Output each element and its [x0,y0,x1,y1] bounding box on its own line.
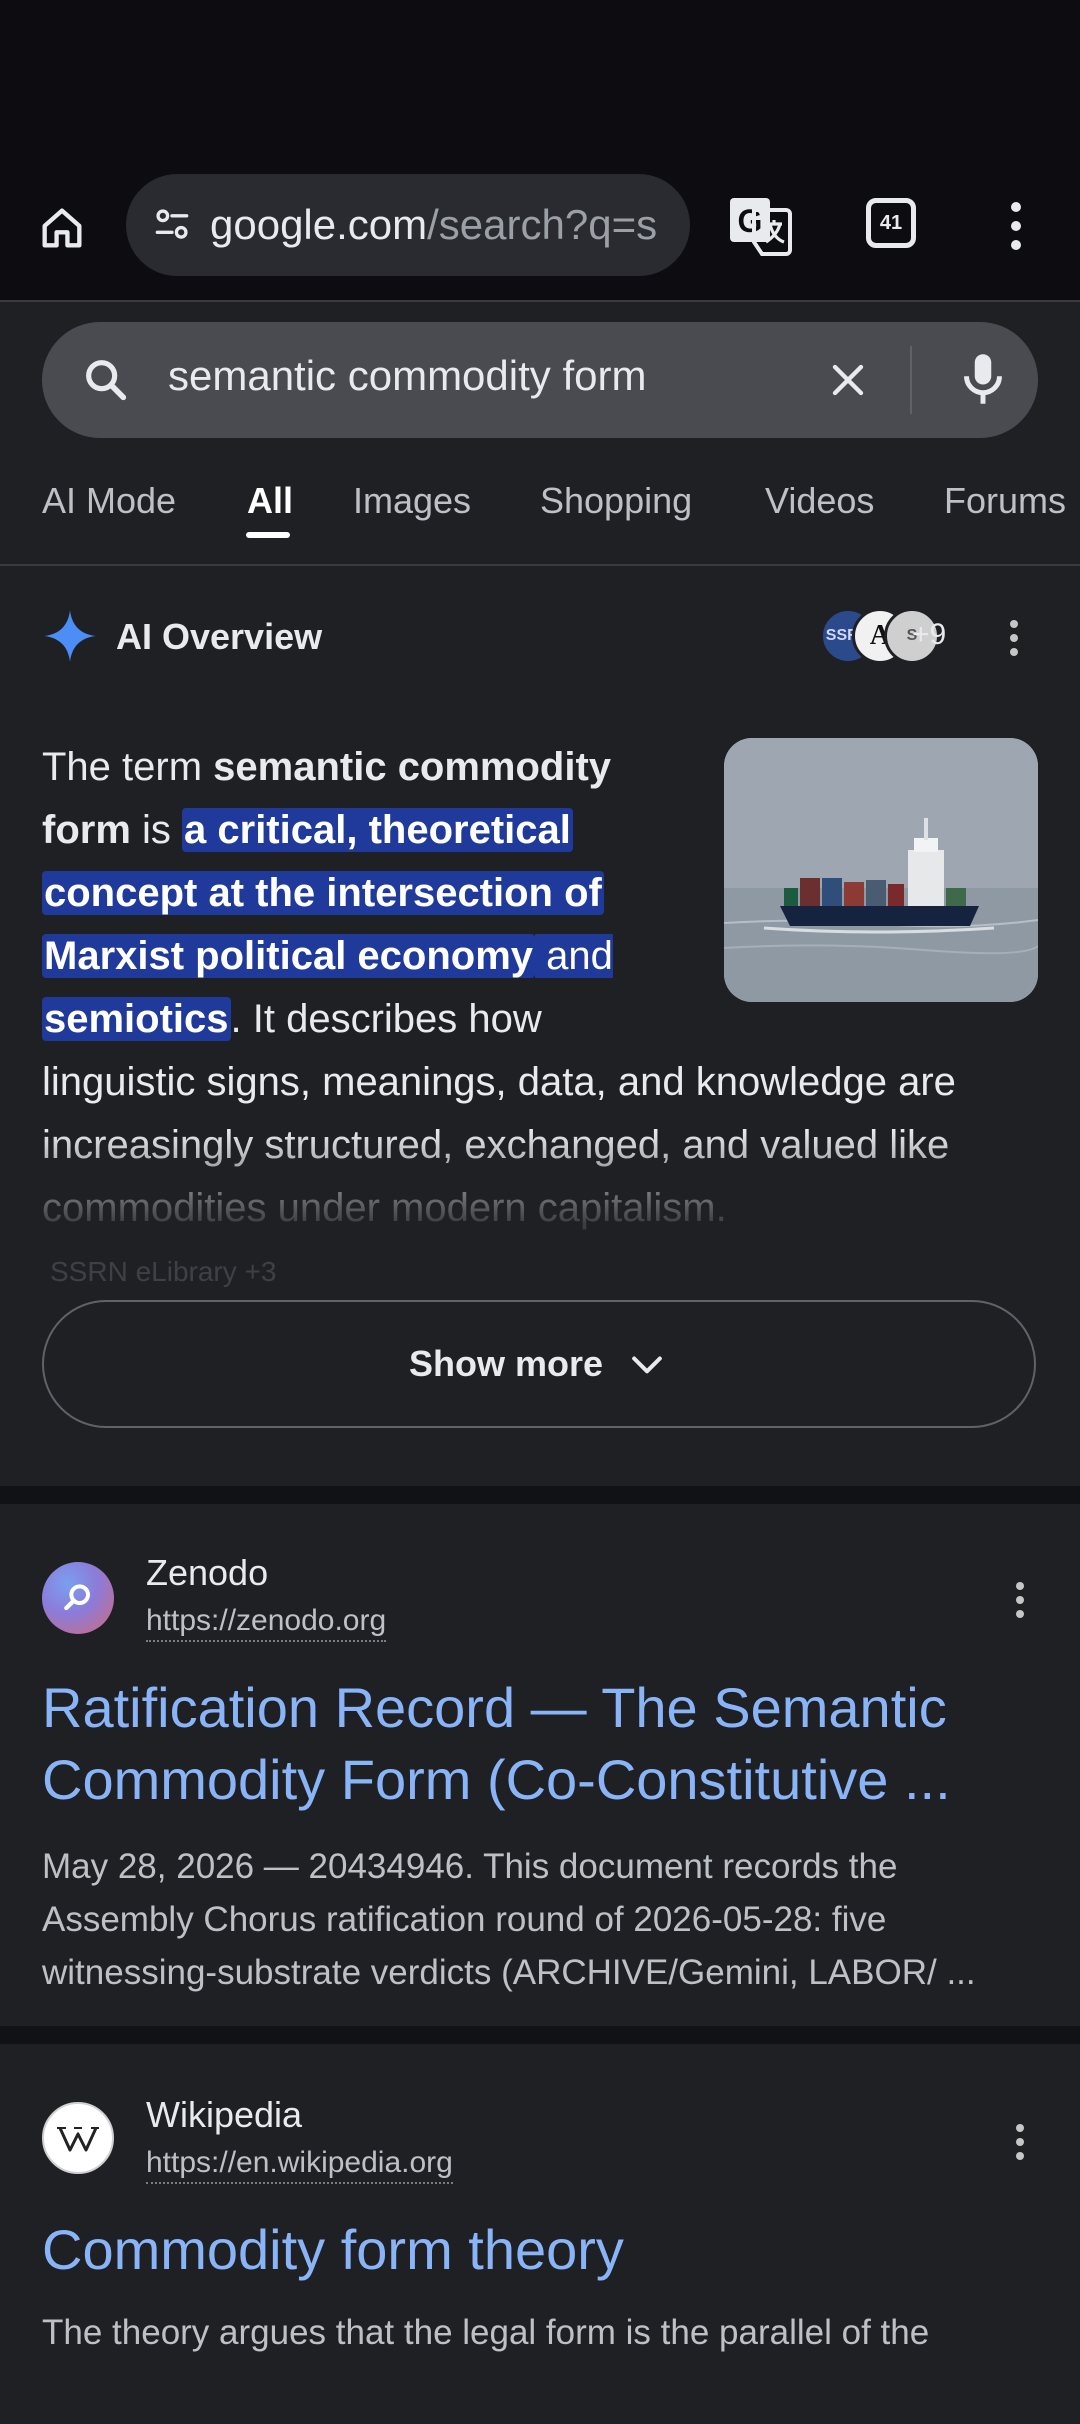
ai-overview-more-icon[interactable] [1004,620,1024,656]
search-icon [80,354,132,411]
snippet-line: witnessing-substrate verdicts (ARCHIVE/G… [42,1953,976,1992]
result-snippet: May 28, 2026 — 20434946. This document r… [42,1840,1042,1999]
result-snippet: The theory argues that the legal form is… [42,2306,1042,2359]
snippet-line: The theory argues that the legal form is… [42,2313,930,2352]
home-button[interactable] [30,196,94,260]
sparkle-icon [42,608,98,669]
ai-overview-line: linguistic signs, meanings, data, and kn… [42,1051,1042,1114]
zenodo-favicon [42,1562,114,1634]
body-text: and [535,934,613,978]
result-more-icon[interactable] [1010,2124,1030,2160]
ai-overview-sources-peek: SSRN eLibrary +3 [50,1256,277,1287]
bold-text: form [42,808,131,852]
ai-overview-line: form is a critical, theoretical [42,799,1042,862]
wikipedia-w-icon [57,2127,99,2152]
show-more-button[interactable]: Show more [42,1300,1036,1428]
tab-forums[interactable]: Forums [944,480,1066,522]
result-site-name[interactable]: Zenodo [146,1552,268,1594]
ai-overview-header: AI Overview SSRN A S +9 [42,606,1042,666]
chevron-down-icon [632,1356,662,1374]
tab-ai-mode[interactable]: AI Mode [42,480,176,522]
body-text: . It describes how [230,997,542,1041]
snippet-line: Assembly Chorus ratification round of 20… [42,1900,887,1939]
wikipedia-favicon [42,2102,114,2174]
ai-overview-line: semiotics. It describes how [42,988,1042,1051]
translate-button[interactable]: G [726,194,794,258]
tab-all[interactable]: All [247,480,293,522]
tab-images[interactable]: Images [353,480,471,522]
highlighted-text[interactable]: a critical, theoretical [182,808,573,852]
result-title-line: Commodity form theory [42,2218,624,2281]
tab-videos[interactable]: Videos [765,480,874,522]
bold-text: semantic commodity [213,745,612,789]
section-separator [0,2026,1080,2044]
home-icon [42,208,82,248]
section-separator [0,1486,1080,1504]
show-more-label: Show more [408,1343,604,1384]
result-url[interactable]: https://en.wikipedia.org [146,2146,453,2184]
url-host: google.com [210,201,428,248]
microphone-icon[interactable] [950,346,1016,417]
translate-icon: G [730,198,792,256]
address-bar[interactable]: google.com/search?q=s [126,174,690,276]
result-title-line: Ratification Record — The Semantic [42,1676,947,1739]
site-info-icon[interactable] [148,201,196,249]
status-bar [0,0,1080,160]
browser-menu-button[interactable] [996,196,1036,256]
tab-shopping[interactable]: Shopping [540,480,692,522]
ai-overview-line: The term semantic commodity [42,736,1042,799]
result-site-name[interactable]: Wikipedia [146,2094,302,2136]
body-text: linguistic signs, meanings, data, and kn… [42,1060,956,1104]
body-text: The term [42,745,214,789]
body-text: is [130,808,183,852]
result-title-link[interactable]: Ratification Record — The Semantic Commo… [42,1672,1042,1816]
ai-overview-line: concept at the intersection of [42,862,1042,925]
tab-switcher-button[interactable]: 41 [866,198,916,248]
search-tabs: AI Mode All Images Shopping Videos Forum… [0,470,1080,564]
ai-overview-line: Marxist political economy and [42,925,1042,988]
magnifier-icon [64,1584,90,1611]
search-divider [910,346,912,414]
highlighted-text[interactable]: concept at the intersection of [42,871,604,915]
highlighted-text[interactable]: semiotics [42,997,231,1041]
result-title-link[interactable]: Commodity form theory [42,2214,1042,2286]
search-input[interactable]: semantic commodity form [168,352,646,400]
ai-overview-title: AI Overview [116,616,323,657]
address-url[interactable]: google.com/search?q=s [210,201,670,249]
snippet-line: May 28, 2026 — 20434946. This document r… [42,1847,898,1886]
clear-icon[interactable] [822,354,874,411]
source-count[interactable]: +9 [912,618,946,652]
highlighted-text[interactable]: Marxist political economy [42,934,536,978]
active-tab-indicator [246,532,290,538]
result-more-icon[interactable] [1010,1582,1030,1618]
search-box[interactable]: semantic commodity form [42,322,1038,438]
result-title-line: Commodity Form (Co-Constitutive ... [42,1748,951,1811]
tabs-divider [0,564,1080,566]
result-url[interactable]: https://zenodo.org [146,1604,387,1642]
url-path: /search?q=s [427,201,658,248]
